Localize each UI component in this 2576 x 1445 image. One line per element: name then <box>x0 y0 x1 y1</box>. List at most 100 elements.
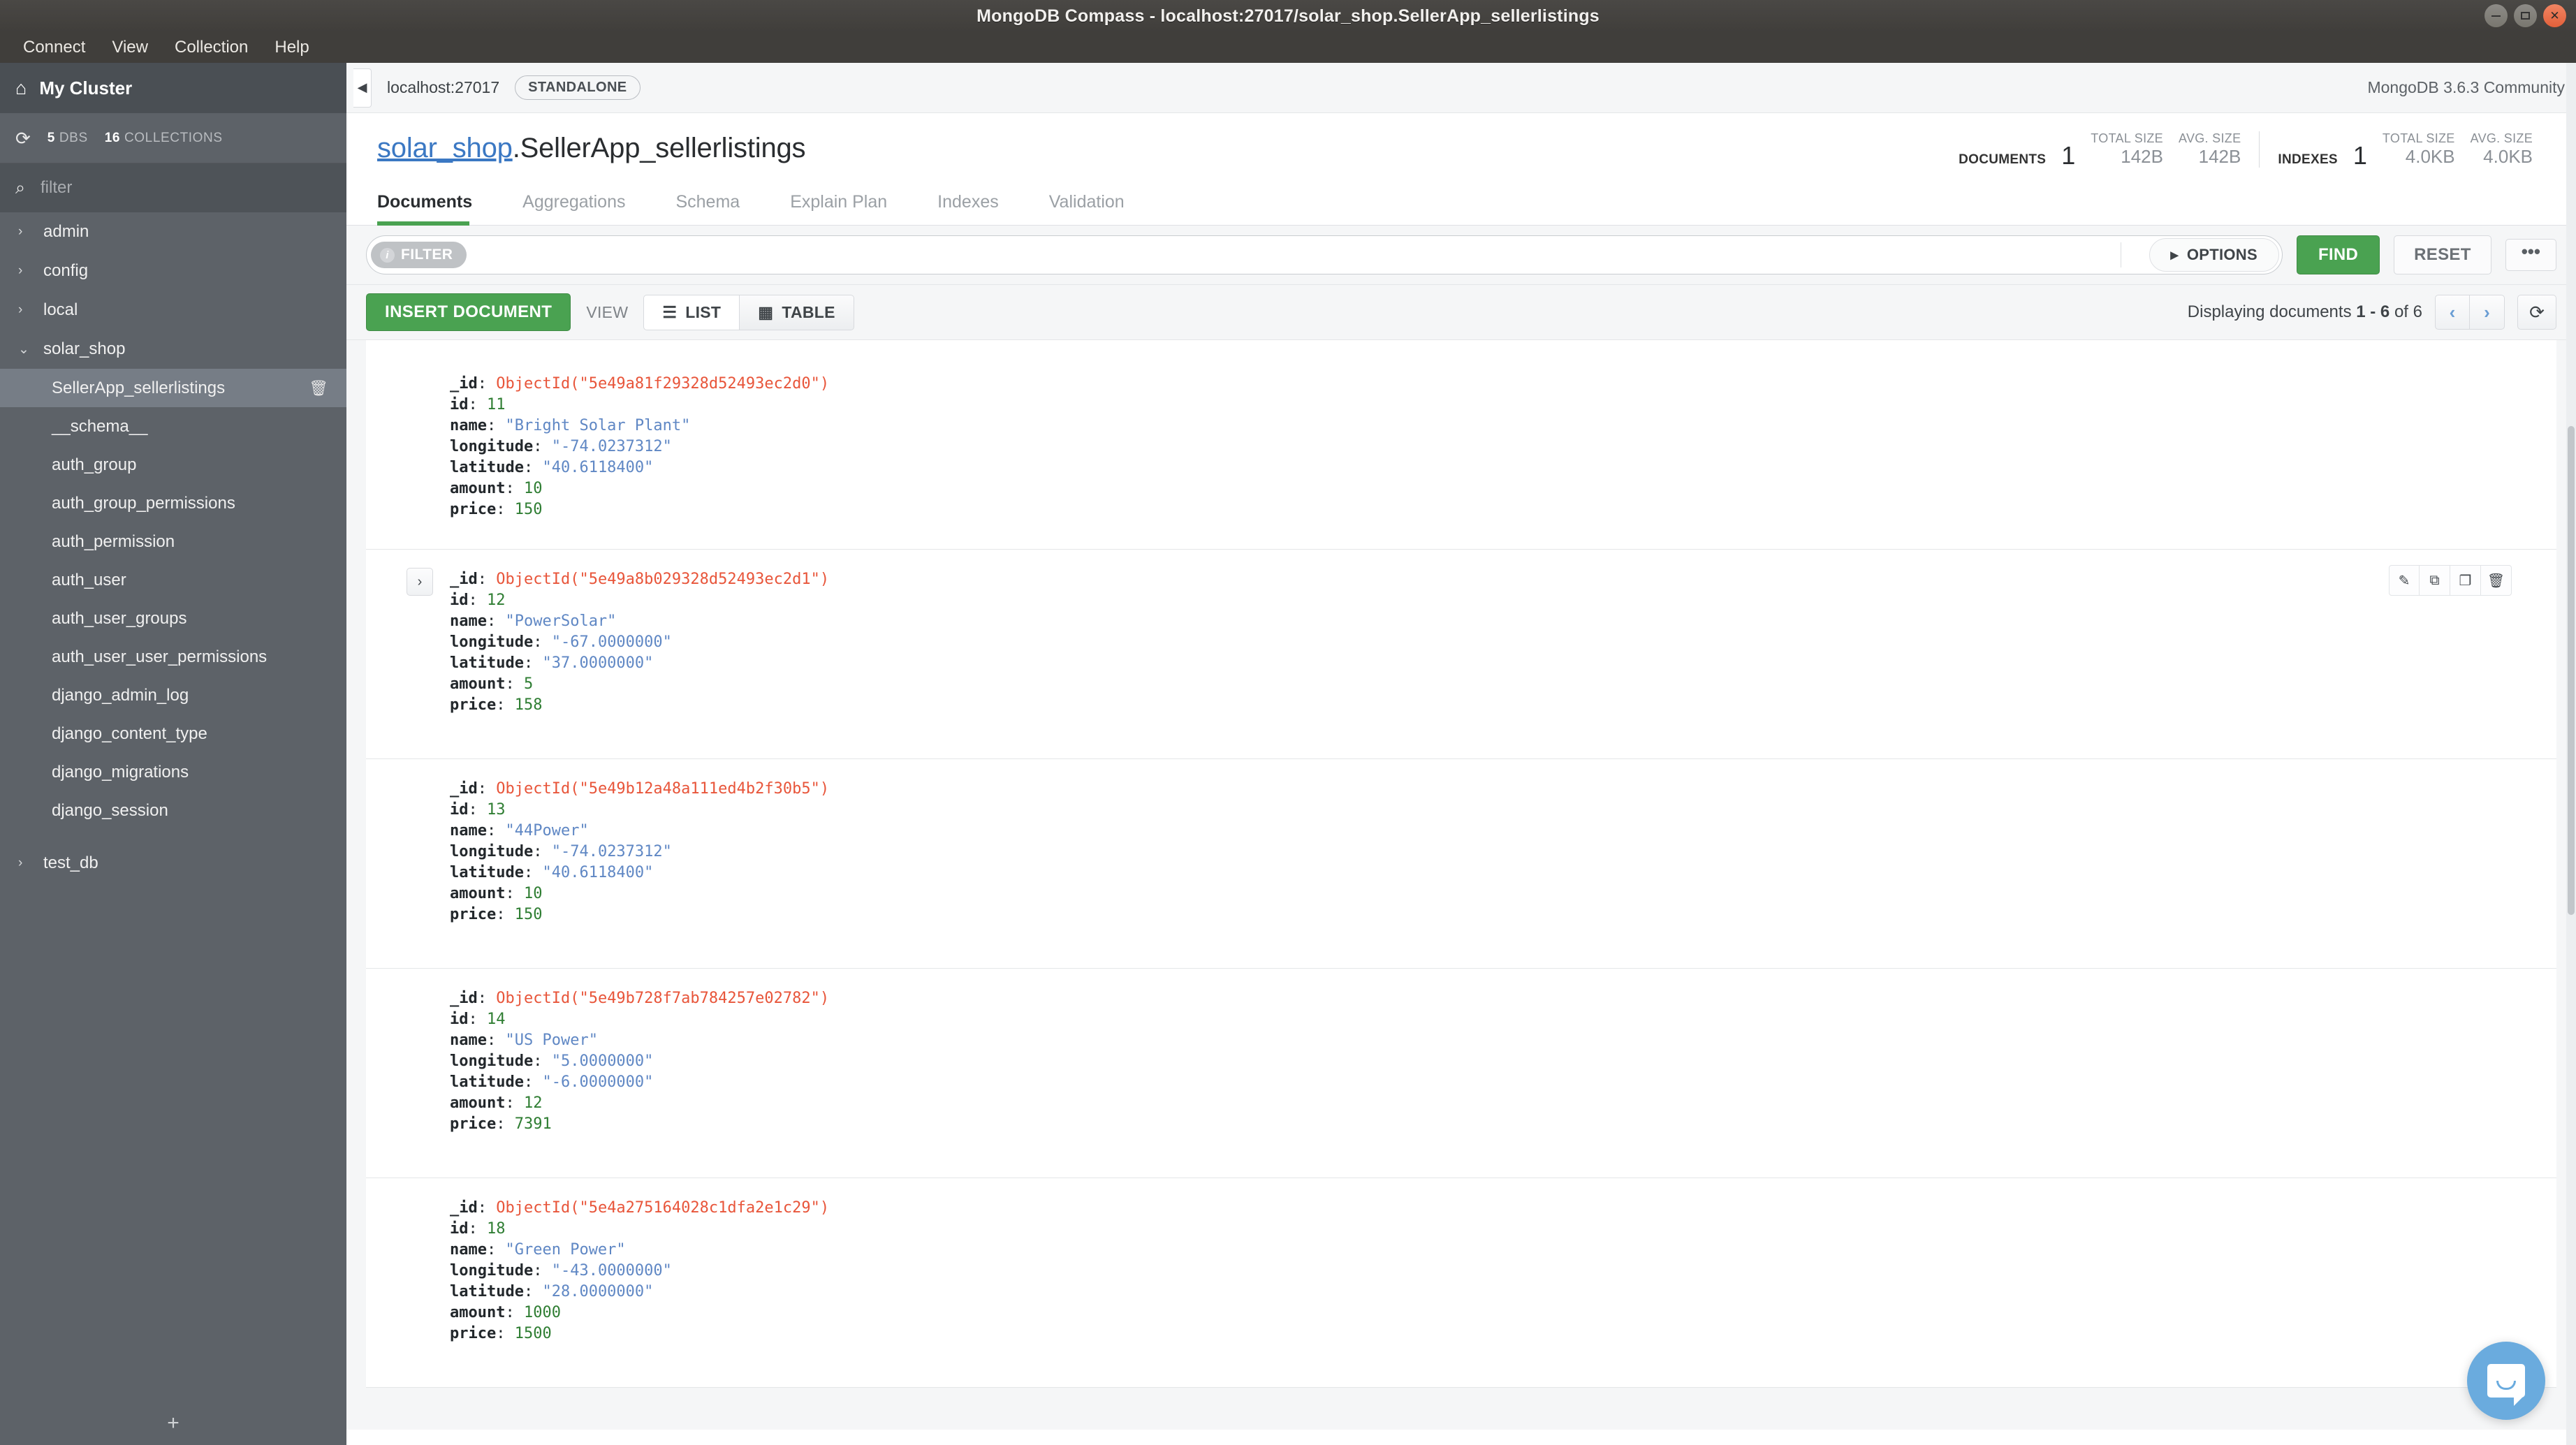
tab-documents[interactable]: Documents <box>377 182 496 226</box>
field-value: "US Power" <box>505 1032 598 1049</box>
collapse-sidebar-button[interactable]: ◀ <box>353 68 372 108</box>
document-row[interactable]: › ✎ ⧉ ❐ 🗑 _id: ObjectId("5e49a8b029328d5… <box>366 550 2556 759</box>
sidebar-db-label: test_db <box>43 853 98 872</box>
vertical-scrollbar[interactable] <box>2566 63 2576 1445</box>
insert-document-button[interactable]: INSERT DOCUMENT <box>366 293 571 331</box>
document-fields: _id: ObjectId("5e4a275164028c1dfa2e1c29"… <box>366 1198 2556 1344</box>
documents-list[interactable]: _id: ObjectId("5e49a81f29328d52493ec2d0"… <box>346 340 2576 1430</box>
sidebar-filter-input[interactable] <box>41 178 272 198</box>
view-label: VIEW <box>586 302 629 321</box>
documents-total-size-caption: TOTAL SIZE <box>2091 131 2163 145</box>
sidebar-item-django-migrations[interactable]: django_migrations <box>0 753 346 791</box>
sidebar-item-schema[interactable]: __schema__ <box>0 407 346 446</box>
info-icon[interactable]: i <box>380 247 395 263</box>
sidebar-item-auth-permission[interactable]: auth_permission <box>0 522 346 561</box>
field-key: price <box>450 1325 497 1342</box>
tab-explain-plan[interactable]: Explain Plan <box>790 182 911 225</box>
delete-document-icon[interactable]: 🗑 <box>2481 565 2512 596</box>
sidebar-item-django-content-type[interactable]: django_content_type <box>0 714 346 753</box>
document-row[interactable]: _id: ObjectId("5e4a275164028c1dfa2e1c29"… <box>366 1178 2556 1388</box>
sidebar-item-auth-group[interactable]: auth_group <box>0 446 346 484</box>
refresh-documents-button[interactable]: ⟳ <box>2517 295 2556 330</box>
field-longitude: longitude: "-67.0000000" <box>450 633 672 651</box>
field-price: price: 150 <box>450 501 543 518</box>
field-key: _id <box>450 571 478 588</box>
indexes-avg-size-value: 4.0KB <box>2483 146 2533 167</box>
field-latitude: latitude: "40.6118400" <box>450 459 654 476</box>
menu-help[interactable]: Help <box>261 32 322 63</box>
sidebar-collection-label: auth_user_user_permissions <box>52 647 268 666</box>
sidebar-db-label: admin <box>43 222 89 241</box>
sidebar-db-config[interactable]: › config <box>0 251 346 291</box>
cluster-name: My Cluster <box>39 77 133 98</box>
sidebar-db-label: config <box>43 261 89 280</box>
field-key: price <box>450 501 497 518</box>
tab-schema[interactable]: Schema <box>675 182 763 225</box>
add-database-button[interactable]: + <box>0 1402 346 1445</box>
menu-collection[interactable]: Collection <box>161 32 261 63</box>
sidebar-item-django-session[interactable]: django_session <box>0 791 346 830</box>
sidebar-collection-label: django_content_type <box>52 724 207 743</box>
sidebar-cluster-header[interactable]: ⌂ My Cluster <box>0 63 346 113</box>
field-value: 1500 <box>514 1325 552 1342</box>
document-row[interactable]: _id: ObjectId("5e49b728f7ab784257e02782"… <box>366 969 2556 1178</box>
find-button[interactable]: FIND <box>2296 235 2380 274</box>
close-button[interactable]: ✕ <box>2543 4 2566 27</box>
sidebar-db-admin[interactable]: › admin <box>0 212 346 251</box>
breadcrumb-separator: . <box>512 133 520 163</box>
field-name: name: "Green Power" <box>450 1241 626 1259</box>
field-key: latitude <box>450 1073 524 1091</box>
sidebar-item-sellerapp-sellerlistings[interactable]: SellerApp_sellerlistings 🗑 <box>0 369 346 407</box>
sidebar-db-local[interactable]: › local <box>0 291 346 330</box>
sidebar-item-auth-user-groups[interactable]: auth_user_groups <box>0 599 346 638</box>
edit-document-icon[interactable]: ✎ <box>2389 565 2420 596</box>
view-table-label: TABLE <box>782 302 835 321</box>
home-icon: ⌂ <box>15 77 27 98</box>
copy-document-icon[interactable]: ❐ <box>2450 565 2481 596</box>
query-bar: i FILTER ▸ OPTIONS FIND RESET ••• <box>346 226 2576 285</box>
field-name: name: "US Power" <box>450 1032 598 1049</box>
tab-indexes[interactable]: Indexes <box>937 182 1023 225</box>
more-options-button[interactable]: ••• <box>2505 239 2556 271</box>
trash-icon[interactable]: 🗑 <box>309 379 328 397</box>
chat-support-button[interactable] <box>2467 1342 2545 1420</box>
maximize-button[interactable] <box>2514 4 2537 27</box>
options-button[interactable]: ▸ OPTIONS <box>2149 238 2279 272</box>
clone-document-icon[interactable]: ⧉ <box>2420 565 2450 596</box>
menu-view[interactable]: View <box>98 32 161 63</box>
document-row[interactable]: _id: ObjectId("5e49a81f29328d52493ec2d0"… <box>366 340 2556 550</box>
field-key: _id <box>450 780 478 798</box>
scrollbar-thumb[interactable] <box>2568 426 2575 915</box>
view-table-button[interactable]: ▦ TABLE <box>740 294 854 330</box>
field-key: amount <box>450 675 506 693</box>
sidebar-item-auth-user-user-permissions[interactable]: auth_user_user_permissions <box>0 638 346 676</box>
minimize-button[interactable] <box>2484 4 2508 27</box>
sidebar-item-auth-group-permissions[interactable]: auth_group_permissions <box>0 484 346 522</box>
sidebar-db-solar-shop[interactable]: ⌄ solar_shop <box>0 330 346 369</box>
expand-document-button[interactable]: › <box>407 568 433 596</box>
tab-validation[interactable]: Validation <box>1049 182 1148 225</box>
documents-total-size: TOTAL SIZE 142B <box>2091 131 2163 168</box>
field-key: price <box>450 696 497 714</box>
filter-input-wrapper[interactable]: i FILTER ▸ OPTIONS <box>366 235 2283 274</box>
reset-button[interactable]: RESET <box>2394 235 2491 274</box>
sidebar-item-auth-user[interactable]: auth_user <box>0 561 346 599</box>
view-list-button[interactable]: ☰ LIST <box>643 294 740 330</box>
menu-connect[interactable]: Connect <box>10 32 98 63</box>
document-row[interactable]: _id: ObjectId("5e49b12a48a111ed4b2f30b5"… <box>366 759 2556 969</box>
sidebar-item-django-admin-log[interactable]: django_admin_log <box>0 676 346 714</box>
documents-toolbar: INSERT DOCUMENT VIEW ☰ LIST ▦ TABLE Disp… <box>346 285 2576 340</box>
field-key: latitude <box>450 864 524 881</box>
document-fields: _id: ObjectId("5e49b12a48a111ed4b2f30b5"… <box>366 779 2556 925</box>
chevron-down-icon: ⌄ <box>18 342 29 357</box>
filter-pill: i FILTER <box>371 242 467 268</box>
field-price: price: 7391 <box>450 1115 552 1133</box>
previous-page-button[interactable]: ‹ <box>2435 295 2470 330</box>
breadcrumb-database-link[interactable]: solar_shop <box>377 133 513 163</box>
collections-count: 16 <box>104 130 121 145</box>
next-page-button[interactable]: › <box>2470 295 2505 330</box>
tab-aggregations[interactable]: Aggregations <box>522 182 649 225</box>
refresh-icon[interactable]: ⟳ <box>15 129 31 147</box>
pagination: Displaying documents 1 - 6 of 6 ‹ › ⟳ <box>2188 295 2556 330</box>
sidebar-db-test-db[interactable]: › test_db <box>0 844 346 883</box>
